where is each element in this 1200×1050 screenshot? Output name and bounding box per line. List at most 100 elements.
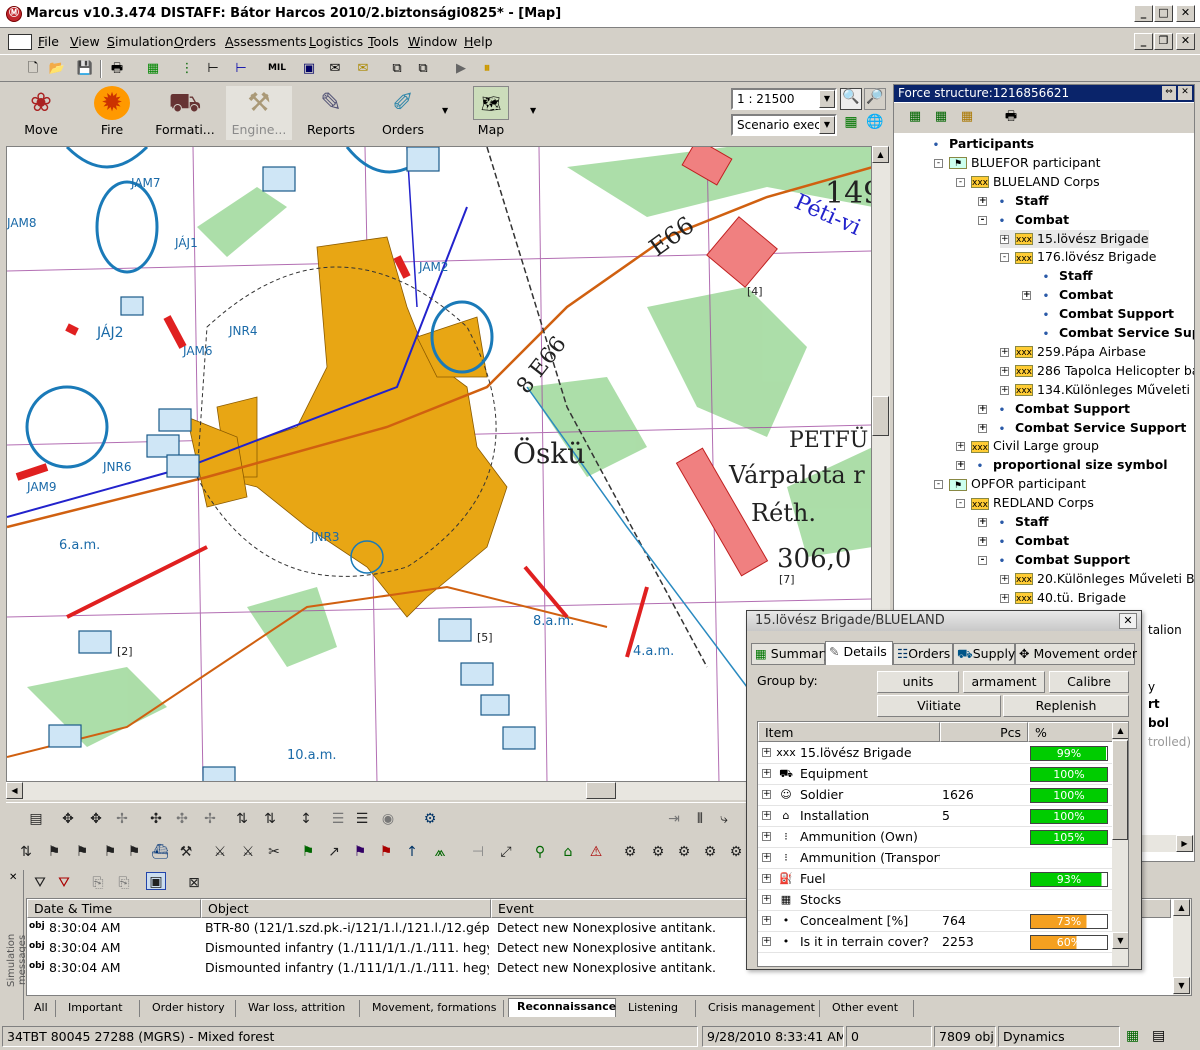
print-icon[interactable]: 🖶 bbox=[108, 60, 126, 77]
status-tool-icon[interactable]: ▦ bbox=[1126, 1028, 1139, 1044]
expand-icon[interactable]: + bbox=[1022, 291, 1031, 301]
tool-22-icon[interactable]: ⚙ bbox=[620, 843, 640, 861]
grid-row[interactable]: + • Concealment [%] 764 73% bbox=[758, 911, 1112, 932]
map-window-icon[interactable]: ▣ bbox=[300, 60, 318, 77]
properties-icon[interactable]: ▤ bbox=[26, 810, 46, 828]
scroll-up-icon[interactable]: ▲ bbox=[872, 146, 889, 163]
menu-file[interactable]: File bbox=[38, 34, 59, 49]
maximize-button[interactable]: □ bbox=[1154, 5, 1173, 22]
mdi-doc-icon[interactable] bbox=[8, 34, 32, 50]
hierarchy-blue-icon[interactable]: ⊢ bbox=[232, 60, 250, 77]
arrow-icon[interactable]: ↗ bbox=[324, 843, 344, 861]
tree-node[interactable]: + xxx Civil Large group bbox=[956, 437, 1099, 455]
layers-icon[interactable]: ▦ bbox=[840, 114, 862, 136]
orders-dropdown-icon[interactable]: ▼ bbox=[442, 106, 448, 115]
message-tab[interactable]: Order history bbox=[144, 1000, 236, 1017]
globe-icon[interactable]: 🌐 bbox=[864, 114, 886, 136]
reports-button[interactable]: ✎ Reports bbox=[302, 86, 360, 140]
grid-row[interactable]: + ▦ Stocks bbox=[758, 890, 1112, 911]
expand-icon[interactable]: + bbox=[762, 895, 771, 904]
expand-icon[interactable]: + bbox=[762, 790, 771, 799]
columns-icon[interactable]: ⦀ bbox=[690, 810, 710, 828]
mode-combo[interactable]: Scenario exec ▼ bbox=[731, 114, 837, 136]
tool-7-icon[interactable]: ⚒ bbox=[176, 843, 196, 861]
new-icon[interactable]: 🗋 bbox=[24, 60, 42, 77]
expand-icon[interactable]: + bbox=[762, 937, 771, 946]
tab-supply[interactable]: ⛟Supply bbox=[953, 643, 1015, 665]
collapse-icon[interactable]: - bbox=[934, 480, 943, 490]
print-icon[interactable]: 🖶 bbox=[1002, 108, 1020, 125]
expand-icon[interactable]: + bbox=[1000, 347, 1009, 357]
grid-icon[interactable]: ⊠ bbox=[184, 874, 204, 892]
status-tool2-icon[interactable]: ▤ bbox=[1152, 1028, 1165, 1044]
tool-18-icon[interactable]: ⤢ bbox=[496, 843, 516, 861]
scroll-thumb[interactable] bbox=[586, 782, 616, 799]
tree-node[interactable]: + xxx 286 Tapolca Helicopter base bbox=[1000, 362, 1194, 380]
expand-icon[interactable]: + bbox=[762, 748, 771, 757]
tab-movement-order[interactable]: ✥ Movement order bbox=[1015, 643, 1137, 665]
tool-19-icon[interactable]: ⚲ bbox=[530, 843, 550, 861]
tab-summary[interactable]: ▦ Summary bbox=[751, 643, 831, 665]
tree-node[interactable]: • Staff bbox=[1022, 267, 1093, 285]
scroll-down-icon[interactable]: ▼ bbox=[1112, 932, 1128, 949]
scroll-up-icon[interactable]: ▲ bbox=[1173, 899, 1190, 916]
zoom-area-icon[interactable]: 🔎 bbox=[864, 88, 886, 110]
grid-row[interactable]: + ⛟ Equipment 100% bbox=[758, 764, 1112, 785]
tree-node[interactable]: + • Staff bbox=[978, 513, 1049, 531]
play-icon[interactable]: ▶ bbox=[452, 60, 470, 77]
tool-14-icon[interactable]: ⚑ bbox=[376, 843, 396, 861]
expand-icon[interactable]: + bbox=[762, 874, 771, 883]
eye-icon[interactable]: ◉ bbox=[378, 810, 398, 828]
close-icon[interactable]: ✕ bbox=[9, 872, 17, 883]
expand-icon[interactable]: + bbox=[978, 518, 987, 527]
tree-icon[interactable]: ⋮ bbox=[178, 60, 196, 77]
align-icon[interactable]: ⇅ bbox=[232, 810, 252, 828]
menu-view[interactable]: View bbox=[70, 34, 100, 49]
collapse-icon[interactable]: - bbox=[978, 555, 987, 565]
tool-1-icon[interactable]: ⇅ bbox=[16, 843, 36, 861]
tool-20-icon[interactable]: ⌂ bbox=[558, 843, 578, 861]
grid-row[interactable]: + xxx 15.lövész Brigade 99% bbox=[758, 743, 1112, 764]
copy-icon[interactable]: ⎘ bbox=[88, 874, 108, 892]
menu-logistics[interactable]: Logistics bbox=[309, 34, 363, 49]
add-point2-icon[interactable]: ✣ bbox=[172, 810, 192, 828]
column-header[interactable]: Object bbox=[201, 899, 491, 918]
tool-3-icon[interactable]: ⚑ bbox=[72, 843, 92, 861]
message-tab[interactable]: Other event bbox=[824, 1000, 914, 1017]
tree-node[interactable]: - xxx 176.lövész Brigade bbox=[1000, 248, 1157, 266]
tree-node[interactable]: + • Combat Service Support bbox=[978, 419, 1186, 437]
column-header[interactable]: Pcs bbox=[940, 722, 1028, 742]
map-dropdown-icon[interactable]: ▼ bbox=[530, 106, 536, 115]
tree-node[interactable]: - xxx BLUELAND Corps bbox=[956, 173, 1100, 191]
group-units-button[interactable]: units bbox=[877, 671, 959, 693]
mdi-minimize-button[interactable]: _ bbox=[1134, 33, 1153, 50]
message-tab[interactable]: Reconnaissance bbox=[508, 998, 616, 1017]
menu-help[interactable]: Help bbox=[464, 34, 493, 49]
paste-icon[interactable]: ⎘ bbox=[114, 874, 134, 892]
pin-icon[interactable]: ⇔ bbox=[1162, 86, 1176, 100]
expand-icon[interactable]: + bbox=[978, 196, 987, 206]
curve-icon[interactable]: ⤷ bbox=[714, 810, 734, 828]
resize-vertical-icon[interactable]: ↕ bbox=[296, 810, 316, 828]
tree-node[interactable]: + • proportional size symbol bbox=[956, 456, 1167, 474]
expand-icon[interactable]: + bbox=[762, 916, 771, 925]
up-arrow-icon[interactable]: ↑ bbox=[402, 843, 422, 861]
group-armament-button[interactable]: armament bbox=[963, 671, 1045, 693]
options-icon[interactable]: ▣ bbox=[146, 872, 166, 890]
menu-simulation[interactable]: Simulation bbox=[107, 34, 174, 49]
pause-icon[interactable]: ⏸ bbox=[478, 60, 496, 77]
ship-icon[interactable]: ⛴ bbox=[150, 843, 170, 861]
replenish-button[interactable]: Replenish bbox=[1003, 695, 1129, 717]
mail-icon[interactable]: ✉ bbox=[326, 60, 344, 77]
expand-icon[interactable]: + bbox=[1000, 366, 1009, 376]
tool-5-icon[interactable]: ⚑ bbox=[124, 843, 144, 861]
expand-icon[interactable]: + bbox=[978, 404, 987, 414]
expand-icon[interactable]: + bbox=[1000, 574, 1009, 584]
tool-10-icon[interactable]: ✂ bbox=[264, 843, 284, 861]
hierarchy-icon[interactable]: ⊢ bbox=[204, 60, 222, 77]
panel-tool-3-icon[interactable]: ▦ bbox=[958, 108, 976, 125]
tool-26-icon[interactable]: ⚙ bbox=[726, 843, 746, 861]
tab-details[interactable]: ✎ Details bbox=[825, 641, 893, 665]
mdi-restore-button[interactable]: ❐ bbox=[1154, 33, 1173, 50]
minimize-button[interactable]: _ bbox=[1134, 5, 1153, 22]
